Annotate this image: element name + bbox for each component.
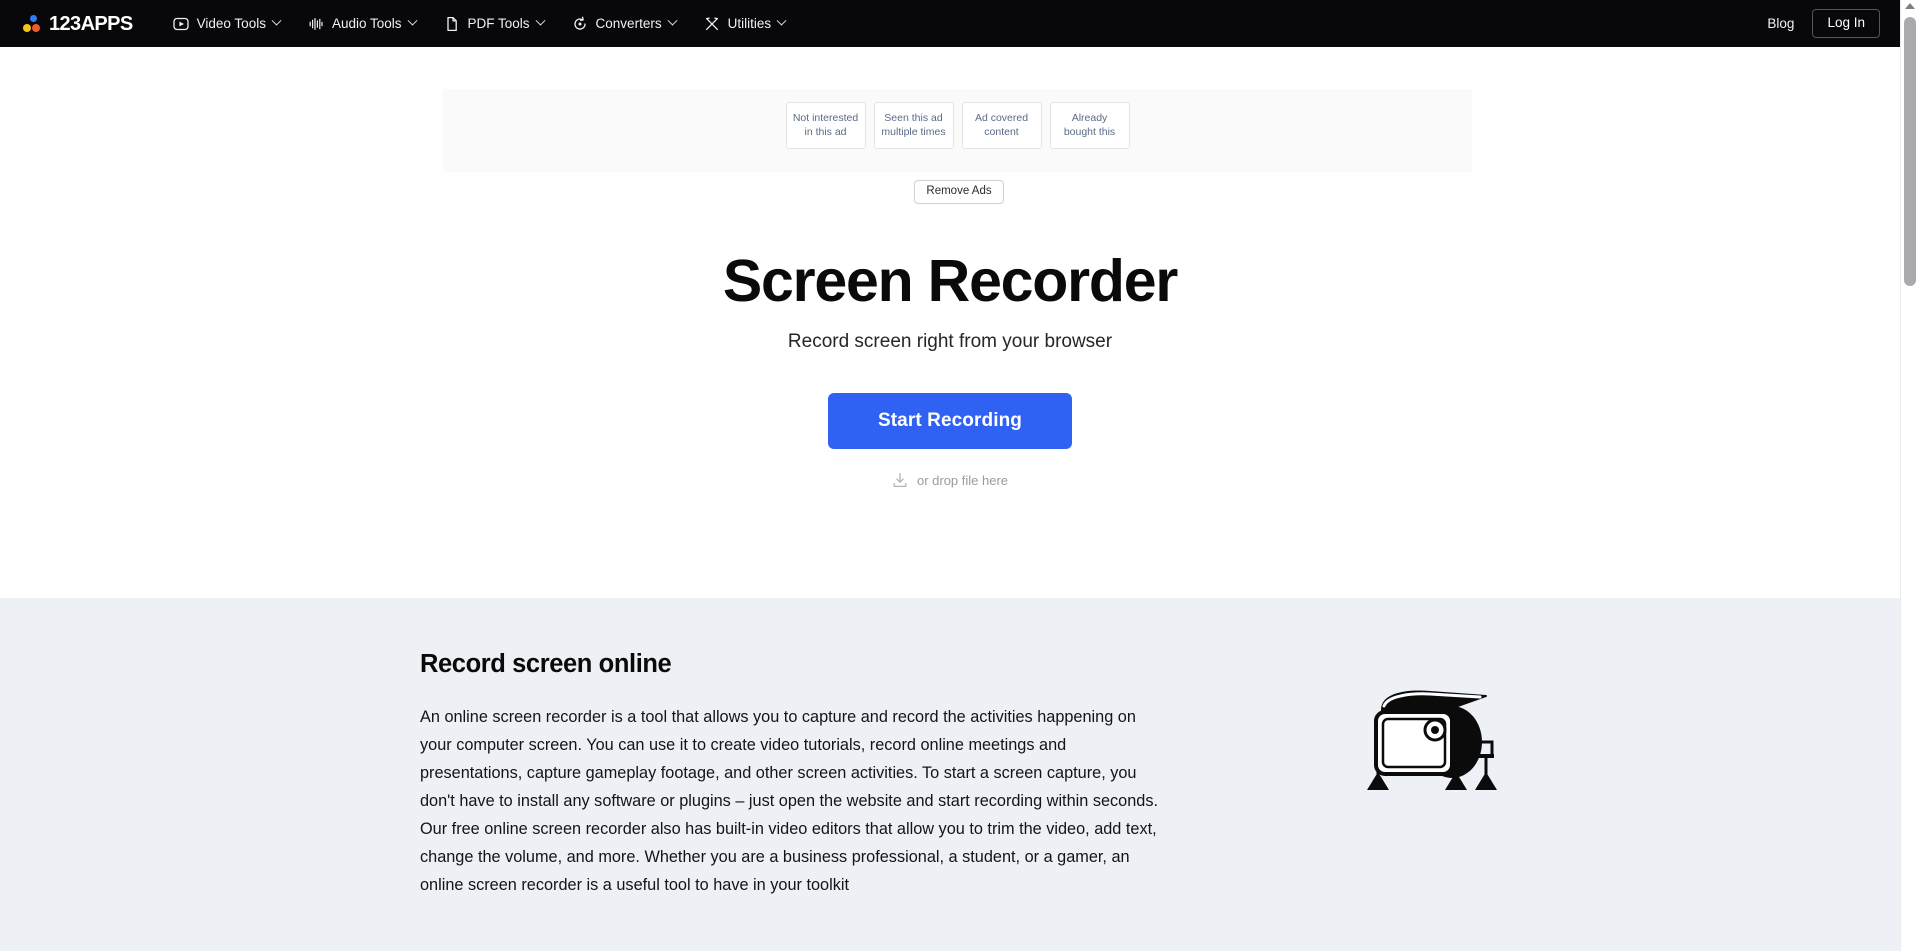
page-root: 123APPS Video Tools Audio Tools PDF Tool… bbox=[0, 0, 1918, 951]
nav-item-label: Converters bbox=[595, 16, 662, 31]
scrollbar-thumb[interactable] bbox=[1904, 17, 1916, 286]
cta-row: Start Recording bbox=[0, 393, 1900, 450]
nav-item-label: Utilities bbox=[727, 16, 772, 31]
document-icon bbox=[444, 15, 461, 32]
nav-item-audio-tools[interactable]: Audio Tools bbox=[294, 0, 430, 47]
nav-item-converters[interactable]: Converters bbox=[558, 0, 690, 47]
nav-item-label: Audio Tools bbox=[331, 16, 402, 31]
login-button[interactable]: Log In bbox=[1812, 9, 1880, 38]
ad-feedback-row: Not interested in this ad Seen this ad m… bbox=[443, 102, 1472, 149]
start-recording-button[interactable]: Start Recording bbox=[828, 393, 1072, 450]
screen-recorder-device-illustration bbox=[1360, 680, 1510, 792]
drop-file-label: or drop file here bbox=[916, 473, 1009, 489]
nav-item-video-tools[interactable]: Video Tools bbox=[159, 0, 294, 47]
remove-ads-button[interactable]: Remove Ads bbox=[914, 180, 1004, 204]
nav-item-label: PDF Tools bbox=[467, 16, 530, 31]
logo-dot-red bbox=[32, 24, 40, 32]
download-tray-icon bbox=[892, 472, 908, 489]
info-paragraph: An online screen recorder is a tool that… bbox=[420, 708, 1158, 895]
drop-file-area[interactable]: or drop file here bbox=[0, 472, 1900, 489]
info-section: Record screen online An online screen re… bbox=[0, 598, 1900, 951]
chevron-down-icon bbox=[271, 15, 282, 26]
nav-menu: Video Tools Audio Tools PDF Tools Conver… bbox=[159, 0, 799, 47]
site-logo[interactable]: 123APPS bbox=[22, 13, 133, 34]
nav-right-group: Blog Log In bbox=[1767, 0, 1880, 47]
ad-feedback-ad-covered-content[interactable]: Ad covered content bbox=[961, 102, 1042, 149]
blog-link[interactable]: Blog bbox=[1767, 16, 1794, 31]
info-heading: Record screen online bbox=[420, 650, 672, 678]
chevron-down-icon bbox=[407, 15, 417, 26]
scroll-up-arrow-icon[interactable] bbox=[1905, 3, 1915, 9]
page-scrollbar[interactable] bbox=[1900, 0, 1918, 951]
top-navigation-bar: 123APPS Video Tools Audio Tools PDF Tool… bbox=[0, 0, 1900, 47]
info-text-column: Record screen online An online screen re… bbox=[420, 650, 1180, 899]
info-inner: Record screen online An online screen re… bbox=[420, 598, 1497, 899]
chevron-down-icon bbox=[667, 15, 678, 26]
logo-dot-blue bbox=[30, 15, 37, 22]
play-square-icon bbox=[173, 15, 190, 32]
nav-item-pdf-tools[interactable]: PDF Tools bbox=[430, 0, 558, 47]
crossed-tools-icon bbox=[704, 15, 721, 32]
ad-feedback-not-interested[interactable]: Not interested in this ad bbox=[785, 102, 866, 149]
logo-dots-icon bbox=[22, 13, 43, 34]
refresh-circle-icon bbox=[572, 15, 589, 32]
nav-item-label: Video Tools bbox=[196, 16, 266, 31]
nav-item-utilities[interactable]: Utilities bbox=[690, 0, 800, 47]
ad-feedback-seen-multiple-times[interactable]: Seen this ad multiple times bbox=[873, 102, 954, 149]
logo-dot-yellow bbox=[23, 24, 31, 32]
ad-feedback-already-bought[interactable]: Already bought this bbox=[1049, 102, 1130, 149]
ad-container: Not interested in this ad Seen this ad m… bbox=[443, 89, 1472, 172]
chevron-down-icon bbox=[776, 15, 787, 26]
logo-text: 123APPS bbox=[49, 12, 133, 35]
chevron-down-icon bbox=[535, 15, 545, 26]
waveform-icon bbox=[308, 15, 325, 32]
page-subtitle: Record screen right from your browser bbox=[787, 331, 1113, 353]
page-title: Screen Recorder bbox=[722, 248, 1178, 314]
hero-section: Screen Recorder Record screen right from… bbox=[0, 248, 1900, 489]
remove-ads-row: Remove Ads bbox=[0, 180, 1918, 204]
